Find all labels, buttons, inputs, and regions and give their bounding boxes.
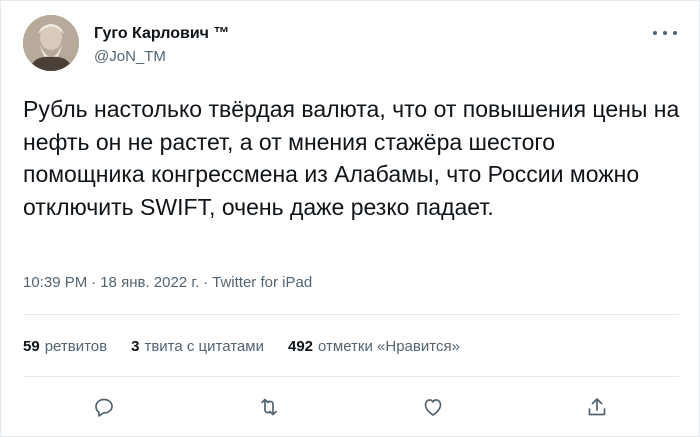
author-name[interactable]: Гуго Карлович ™ [94,25,229,43]
avatar-portrait-image [23,15,79,71]
reply-icon [95,398,113,417]
meta-separator: · [91,274,97,291]
quotes-label: твита с цитатами [144,338,264,355]
retweets-label: ретвитов [44,338,108,355]
tweet-metadata: 10:39 PM · 18 янв. 2022 г. · Twitter for iPa… [23,274,312,291]
action-bar [1,387,700,427]
more-options-icon[interactable] [653,25,677,41]
like-button[interactable] [419,393,447,421]
divider [23,376,679,377]
author-handle[interactable]: @JoN_TM [94,48,166,65]
retweet-icon [261,398,277,416]
likes-count: 492 [287,338,314,355]
meta-separator: · [203,274,209,291]
tweet-stats: 59 ретвитов 3 твита с цитатами 492 отметки … [23,338,460,355]
reply-button[interactable] [90,393,118,421]
retweets-count: 59 [23,338,40,355]
likes-label: отметки «Нравится» [318,338,460,355]
tweet-source[interactable]: Twitter for iPad [212,274,312,291]
heart-icon [424,399,442,416]
tweet-text: Рубль настолько твёрдая валюта, что от п… [23,96,680,220]
quotes-count: 3 [131,338,140,355]
tweet-card: Гуго Карлович ™ @JoN_TM Рубль настолько … [0,0,700,437]
divider [23,314,679,315]
share-button[interactable] [583,393,611,421]
retweets-stat[interactable]: 59 ретвитов [23,338,107,355]
tweet-date[interactable]: 18 янв. 2022 г. [100,274,199,291]
likes-stat[interactable]: 492 отметки «Нравится» [288,338,460,355]
share-icon [588,398,606,416]
avatar[interactable] [23,15,79,71]
tweet-time[interactable]: 10:39 PM [23,274,87,291]
quotes-stat[interactable]: 3 твита с цитатами [131,338,264,355]
retweet-button[interactable] [255,393,283,421]
